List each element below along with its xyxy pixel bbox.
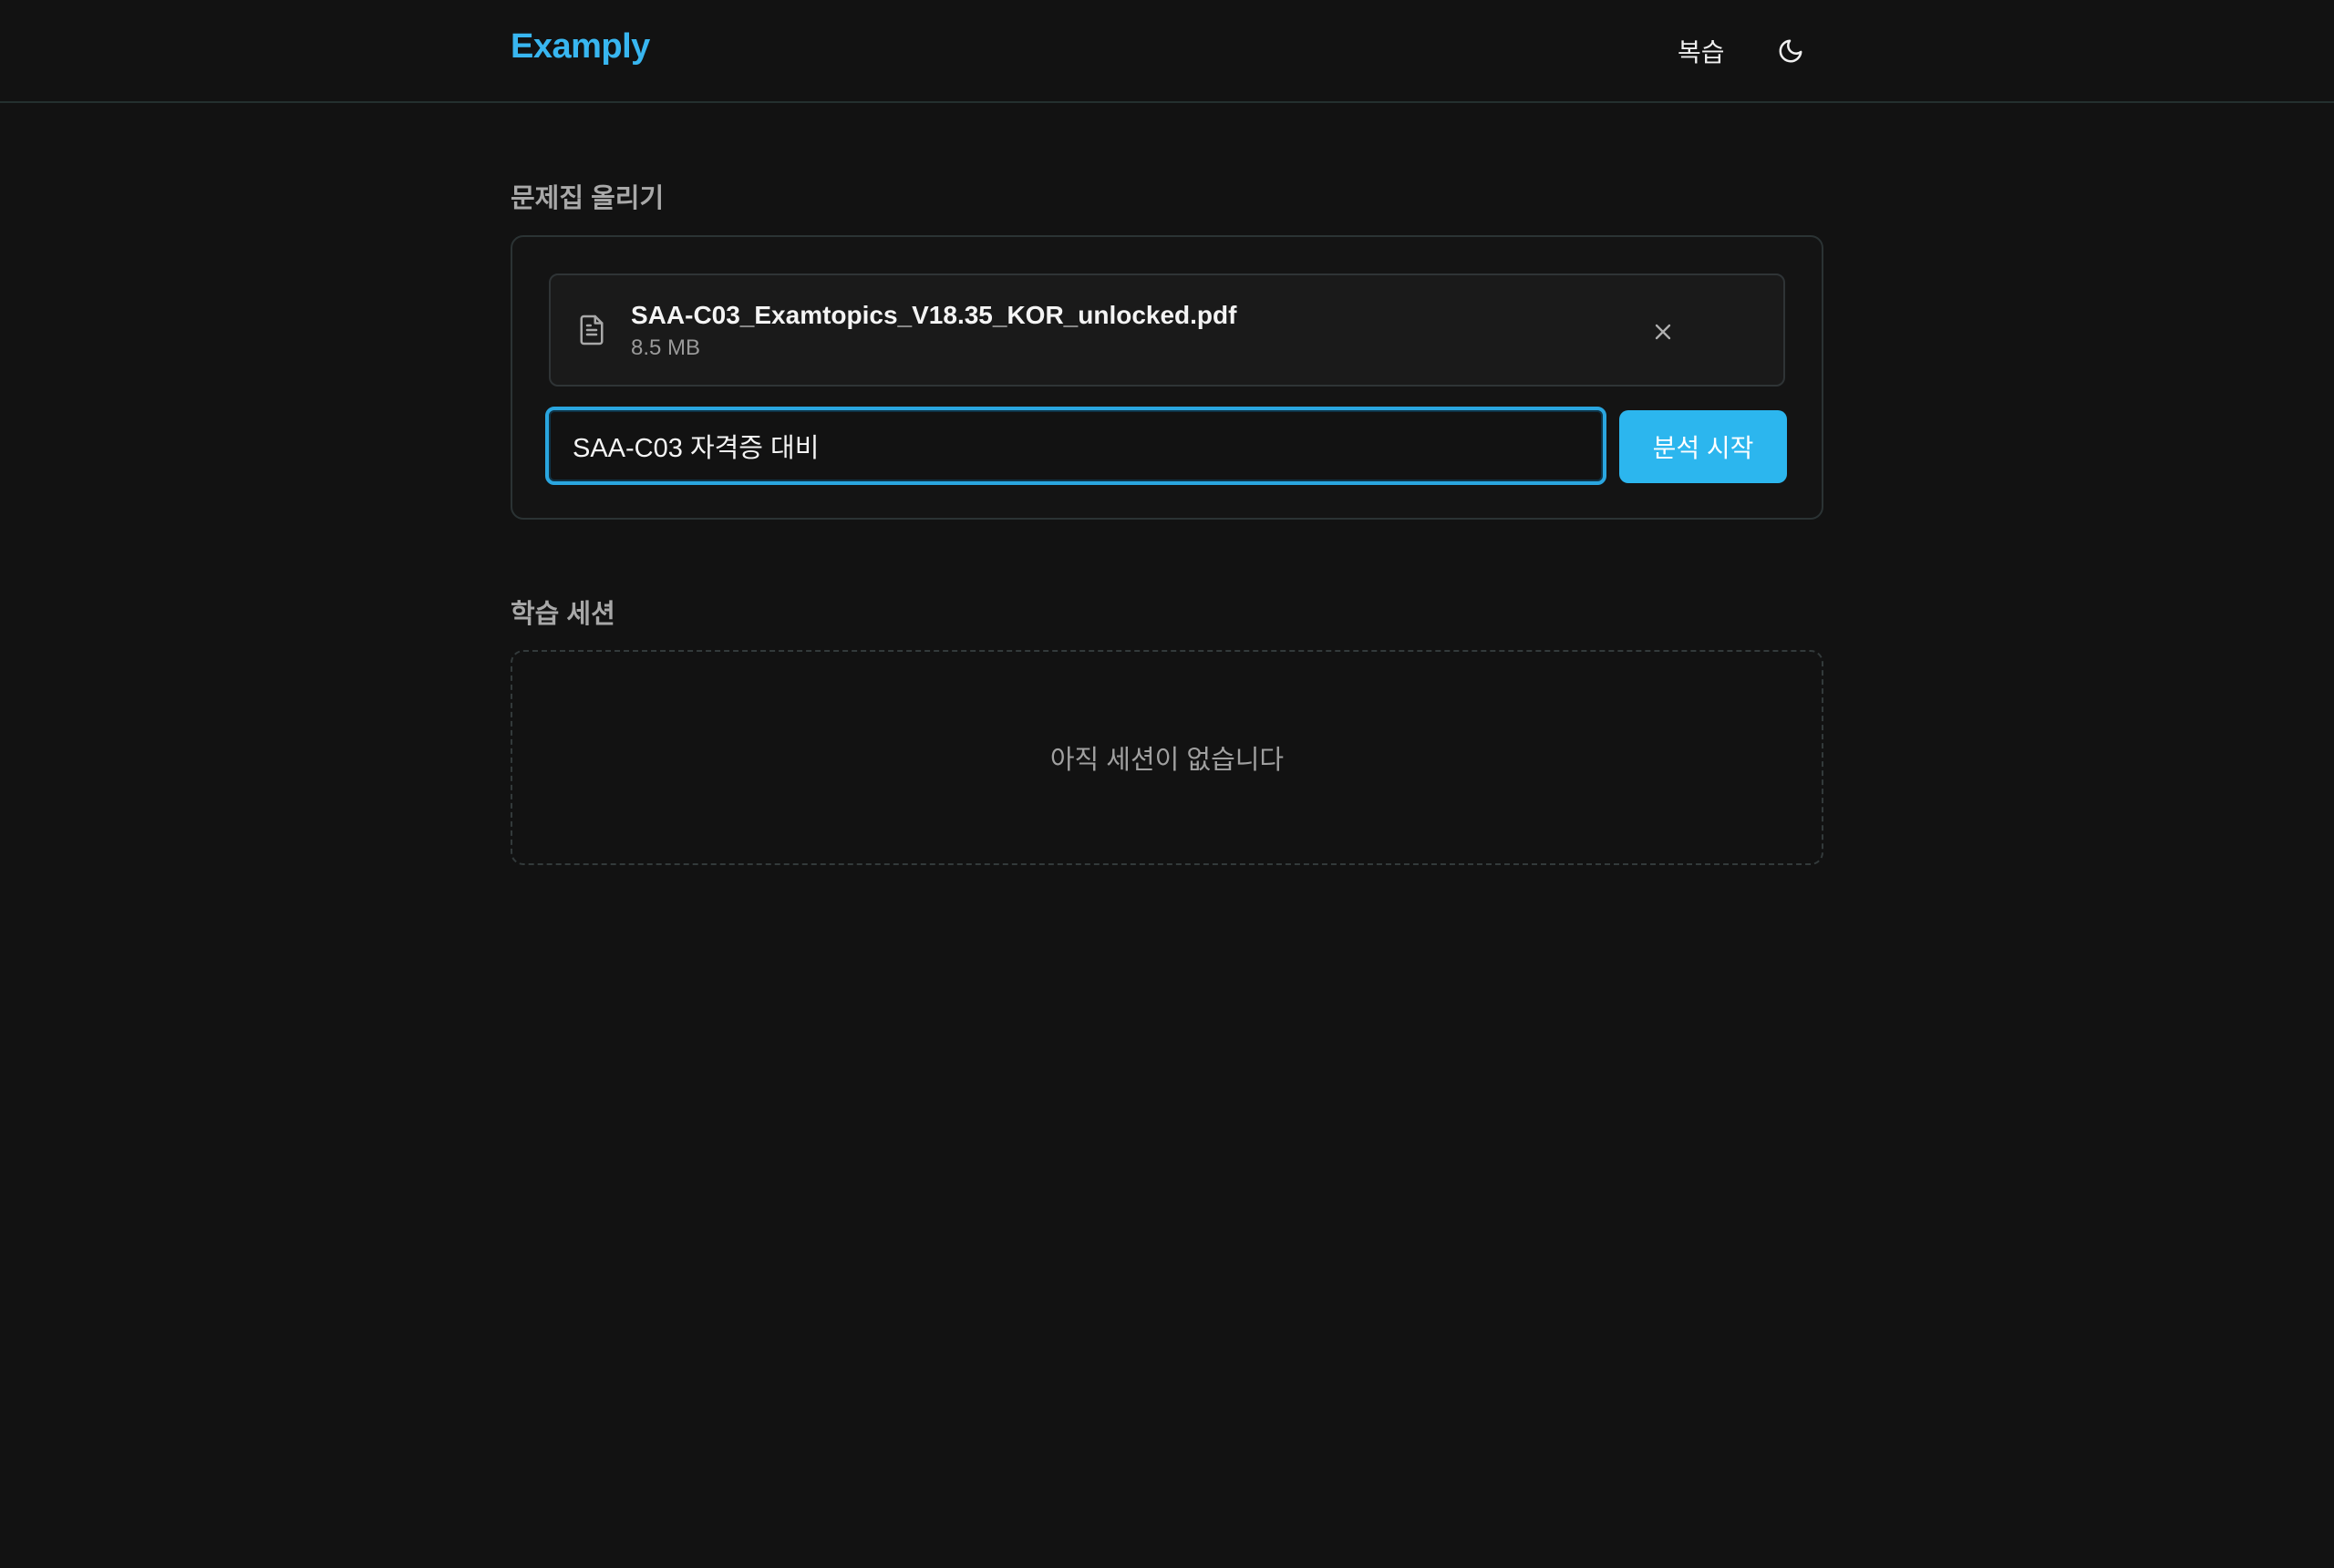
- theme-toggle-button[interactable]: [1769, 29, 1812, 73]
- selected-file: SAA-C03_Examtopics_V18.35_KOR_unlocked.p…: [549, 273, 1785, 387]
- nav-review-link[interactable]: 복습: [1659, 29, 1743, 73]
- set-title-input[interactable]: [545, 407, 1606, 485]
- upload-section-title: 문제집 올리기: [511, 184, 665, 213]
- app-logo[interactable]: Examply: [511, 27, 650, 67]
- close-icon: [1655, 324, 1671, 340]
- moon-icon: [1779, 39, 1802, 63]
- top-nav: Examply 복습: [0, 0, 2334, 103]
- start-analysis-button[interactable]: 분석 시작: [1619, 410, 1787, 483]
- sessions-empty-state: 아직 세션이 없습니다: [511, 650, 1823, 865]
- file-text-icon: [580, 315, 604, 346]
- file-size: 8.5 MB: [631, 335, 701, 360]
- file-name: SAA-C03_Examtopics_V18.35_KOR_unlocked.p…: [631, 301, 1237, 329]
- sessions-section-title: 학습 세션: [511, 600, 615, 629]
- upload-card: SAA-C03_Examtopics_V18.35_KOR_unlocked.p…: [511, 235, 1823, 520]
- remove-file-button[interactable]: [1645, 314, 1681, 350]
- empty-sessions-message: 아직 세션이 없습니다: [1049, 746, 1285, 775]
